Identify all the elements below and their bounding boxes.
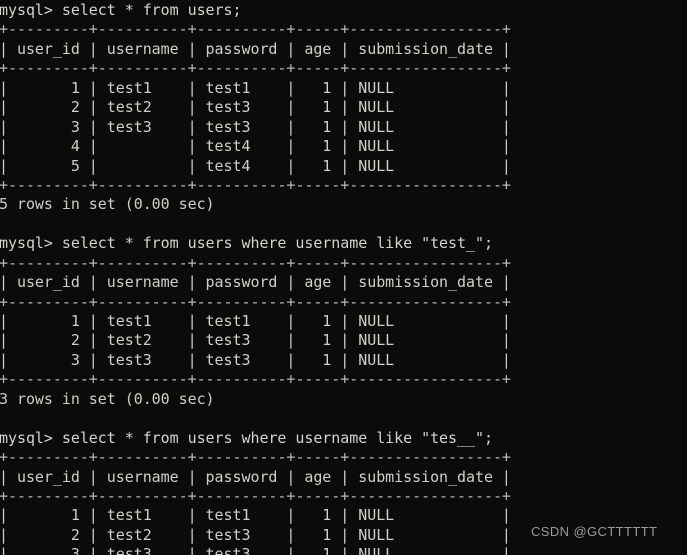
console-line: | 2 | test2 | test3 | 1 | NULL | — [0, 331, 511, 350]
console-output: mysql> select * from users; +---------+--… — [0, 1, 687, 555]
watermark-label: CSDN @GCTTTTTT — [531, 524, 658, 539]
console-line: | 1 | test1 | test1 | 1 | NULL | — [0, 506, 511, 525]
console-line: +---------+----------+----------+-----+-… — [0, 20, 511, 39]
console-line: | 3 | test3 | test3 | 1 | NULL | — [0, 350, 511, 369]
console-line: | 3 | test3 | test3 | 1 | NULL | — [0, 545, 511, 555]
console-line: | user_id | username | password | age | … — [0, 467, 511, 486]
console-line: mysql> select * from users; — [0, 1, 242, 19]
console-line: | 3 | test3 | test3 | 1 | NULL | — [0, 117, 511, 136]
console-line: 5 rows in set (0.00 sec) — [0, 195, 215, 214]
terminal-window[interactable]: mysql> select * from users; +---------+--… — [0, 0, 687, 555]
console-line: | 1 | test1 | test1 | 1 | NULL | — [0, 312, 511, 330]
console-line: mysql> select * from users where usernam… — [0, 428, 493, 447]
console-line: | 2 | test2 | test3 | 1 | NULL | — [0, 98, 511, 117]
console-line: | user_id | username | password | age | … — [0, 273, 511, 292]
console-line: | 1 | test1 | test1 | 1 | NULL | — [0, 78, 511, 97]
console-line: | 4 | | test4 | 1 | NULL | — [0, 137, 511, 156]
console-line: +---------+----------+----------+-----+-… — [0, 175, 511, 194]
console-line: mysql> select * from users where usernam… — [0, 234, 493, 253]
console-line: 3 rows in set (0.00 sec) — [0, 389, 215, 408]
console-line: | user_id | username | password | age | … — [0, 39, 511, 58]
console-line: | 5 | | test4 | 1 | NULL | — [0, 156, 511, 175]
console-line: +---------+----------+----------+-----+-… — [0, 370, 511, 389]
terminal-screen: mysql> select * from users; +---------+--… — [0, 1, 687, 555]
console-line: +---------+----------+----------+-----+-… — [0, 486, 511, 505]
console-line: +---------+----------+----------+-----+-… — [0, 59, 511, 78]
console-line: +---------+----------+----------+-----+-… — [0, 448, 511, 467]
console-line: +---------+----------+----------+-----+-… — [0, 253, 511, 272]
console-line: +---------+----------+----------+-----+-… — [0, 292, 511, 311]
